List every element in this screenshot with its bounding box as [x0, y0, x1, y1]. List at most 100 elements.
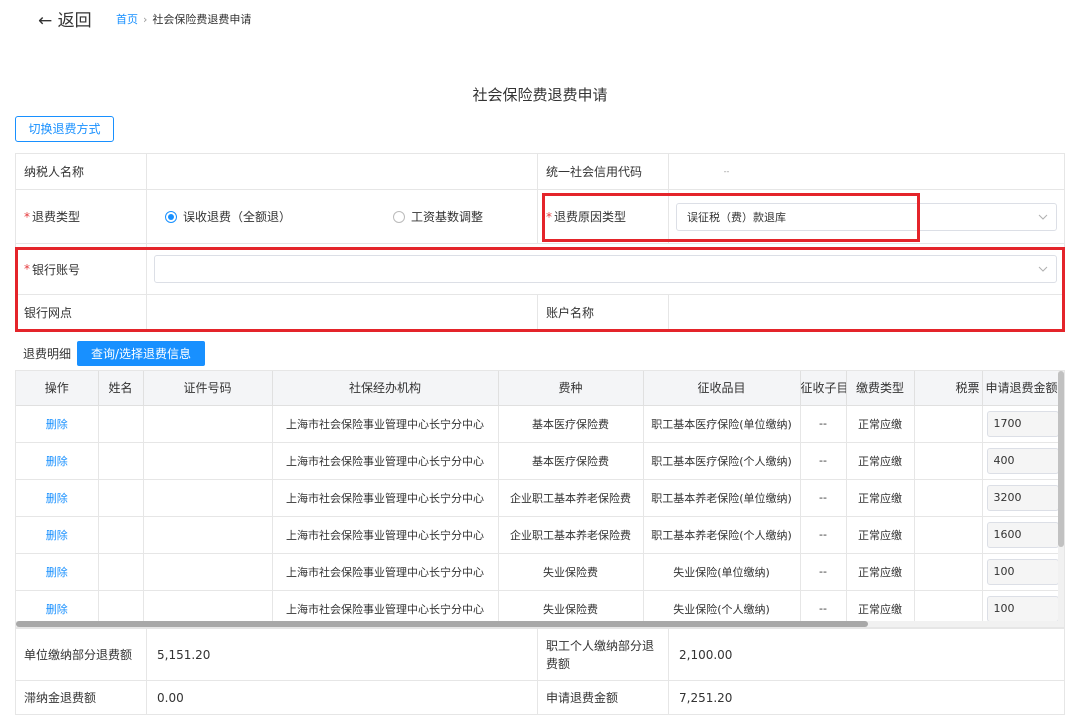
delete-link[interactable]: 删除: [16, 405, 99, 443]
ticket-cell: [914, 479, 983, 517]
table-row: 删除 上海市社会保险事业管理中心长宁分中心 基本医疗保险费 职工基本医疗保险(单…: [16, 405, 1062, 443]
late-fee-value: 0.00: [147, 681, 538, 714]
refund-amount-input[interactable]: [986, 484, 1059, 511]
pay-type-cell: 正常应缴: [846, 442, 915, 480]
summary-row-2: 滞纳金退费额 0.00 申请退费金额 7,251.20: [15, 681, 1065, 715]
refund-type-radio-group: 误收退费（全额退） 工资基数调整: [147, 190, 538, 243]
taxpayer-name-value: [147, 154, 538, 189]
bank-branch-label: 银行网点: [16, 295, 147, 329]
switch-refund-method-button[interactable]: 切换退费方式: [15, 116, 114, 142]
column-header: 申请退费金额: [982, 371, 1062, 406]
refund-type-option-wage-adjust[interactable]: 工资基数调整: [393, 208, 483, 225]
horizontal-scrollbar[interactable]: [16, 621, 1058, 627]
refund-amount-input[interactable]: [986, 447, 1059, 474]
personal-refund-value: 2,100.00: [679, 647, 733, 662]
fee-type-cell: 企业职工基本养老保险费: [498, 516, 644, 554]
column-header: 姓名: [98, 371, 144, 406]
item-cell: 职工基本医疗保险(个人缴纳): [643, 442, 801, 480]
refund-amount-input[interactable]: [986, 410, 1059, 437]
item-cell: 职工基本医疗保险(单位缴纳): [643, 405, 801, 443]
reason-type-label: * 退费原因类型: [538, 190, 669, 243]
refund-detail-table: 操作 姓名 证件号码 社保经办机构 费种 征收品目 征收子目 缴费类型 税票 申…: [15, 370, 1065, 628]
account-name-label: 账户名称: [538, 295, 669, 329]
column-header: 社保经办机构: [272, 371, 499, 406]
refund-amount-input[interactable]: [986, 595, 1059, 622]
breadcrumb-separator: ›: [143, 13, 148, 26]
amount-cell: [982, 553, 1062, 591]
breadcrumb: 首页 › 社会保险费退费申请: [116, 11, 251, 27]
subitem-cell: --: [800, 442, 847, 480]
refund-detail-title: 退费明细: [23, 346, 72, 361]
pay-type-cell: 正常应缴: [846, 405, 915, 443]
table-row: 删除 上海市社会保险事业管理中心长宁分中心 企业职工基本养老保险费 职工基本养老…: [16, 516, 1062, 554]
refund-amount-input[interactable]: [986, 521, 1059, 548]
column-header: 缴费类型: [846, 371, 915, 406]
delete-link[interactable]: 删除: [16, 479, 99, 517]
table-row: 删除 上海市社会保险事业管理中心长宁分中心 失业保险费 失业保险(单位缴纳) -…: [16, 553, 1062, 591]
form-row-bank-account: * 银行账号: [15, 244, 1065, 295]
credit-code-label: 统一社会信用代码: [538, 154, 669, 189]
id-cell: [143, 405, 273, 443]
bank-account-select[interactable]: [154, 255, 1057, 283]
subitem-cell: --: [800, 405, 847, 443]
id-cell: [143, 442, 273, 480]
item-cell: 失业保险(单位缴纳): [643, 553, 801, 591]
vertical-scrollbar[interactable]: [1058, 371, 1064, 627]
agency-cell: 上海市社会保险事业管理中心长宁分中心: [272, 405, 499, 443]
delete-link[interactable]: 删除: [16, 553, 99, 591]
delete-link[interactable]: 删除: [16, 516, 99, 554]
amount-cell: [982, 516, 1062, 554]
vertical-scrollbar-thumb[interactable]: [1058, 371, 1064, 547]
late-fee-label: 滞纳金退费额: [16, 681, 147, 714]
personal-refund-label: 职工个人缴纳部分退费额: [538, 629, 669, 680]
form-row-taxpayer: 纳税人名称 统一社会信用代码 --: [15, 153, 1065, 190]
query-refund-info-button[interactable]: 查询/选择退费信息: [77, 340, 206, 366]
id-cell: [143, 516, 273, 554]
form-row-bank-branch: 银行网点 账户名称: [15, 295, 1065, 330]
agency-cell: 上海市社会保险事业管理中心长宁分中心: [272, 479, 499, 517]
subitem-cell: --: [800, 516, 847, 554]
refund-detail-bar: 退费明细 查询/选择退费信息: [15, 338, 1065, 368]
agency-cell: 上海市社会保险事业管理中心长宁分中心: [272, 553, 499, 591]
agency-cell: 上海市社会保险事业管理中心长宁分中心: [272, 442, 499, 480]
name-cell: [98, 442, 144, 480]
name-cell: [98, 553, 144, 591]
column-header: 税票: [914, 371, 983, 406]
chevron-down-icon: [1038, 214, 1048, 220]
pay-type-cell: 正常应缴: [846, 553, 915, 591]
subitem-cell: --: [800, 553, 847, 591]
fee-type-cell: 企业职工基本养老保险费: [498, 479, 644, 517]
refund-type-option-full[interactable]: 误收退费（全额退）: [165, 208, 291, 225]
bank-account-label: * 银行账号: [16, 244, 147, 294]
reason-type-select[interactable]: 误征税（费）款退库: [676, 202, 1057, 231]
breadcrumb-current: 社会保险费退费申请: [152, 13, 252, 26]
fee-type-cell: 基本医疗保险费: [498, 442, 644, 480]
ticket-cell: [914, 553, 983, 591]
fee-type-cell: 失业保险费: [498, 553, 644, 591]
name-cell: [98, 405, 144, 443]
pay-type-cell: 正常应缴: [846, 516, 915, 554]
unit-refund-value: 5,151.20: [147, 629, 538, 680]
ticket-cell: [914, 405, 983, 443]
fee-type-cell: 基本医疗保险费: [498, 405, 644, 443]
name-cell: [98, 479, 144, 517]
table-row: 删除 上海市社会保险事业管理中心长宁分中心 企业职工基本养老保险费 职工基本养老…: [16, 479, 1062, 517]
chevron-down-icon: [1038, 266, 1048, 272]
back-button[interactable]: ← 返回: [38, 6, 92, 31]
item-cell: 职工基本养老保险(单位缴纳): [643, 479, 801, 517]
refund-amount-input[interactable]: [986, 558, 1059, 585]
breadcrumb-home[interactable]: 首页: [116, 13, 138, 26]
pay-type-cell: 正常应缴: [846, 479, 915, 517]
radio-checked-icon: [165, 210, 177, 223]
name-cell: [98, 516, 144, 554]
total-refund-label: 申请退费金额: [538, 681, 669, 714]
subitem-cell: --: [800, 479, 847, 517]
horizontal-scrollbar-thumb[interactable]: [16, 621, 868, 627]
reason-type-cell: 误征税（费）款退库: [669, 190, 1064, 243]
ticket-cell: [914, 442, 983, 480]
radio-unchecked-icon: [393, 210, 406, 223]
id-cell: [143, 479, 273, 517]
delete-link[interactable]: 删除: [16, 442, 99, 480]
column-header: 征收品目: [643, 371, 801, 406]
summary-row-1: 单位缴纳部分退费额 5,151.20 职工个人缴纳部分退费额 2,100.00: [15, 628, 1065, 681]
